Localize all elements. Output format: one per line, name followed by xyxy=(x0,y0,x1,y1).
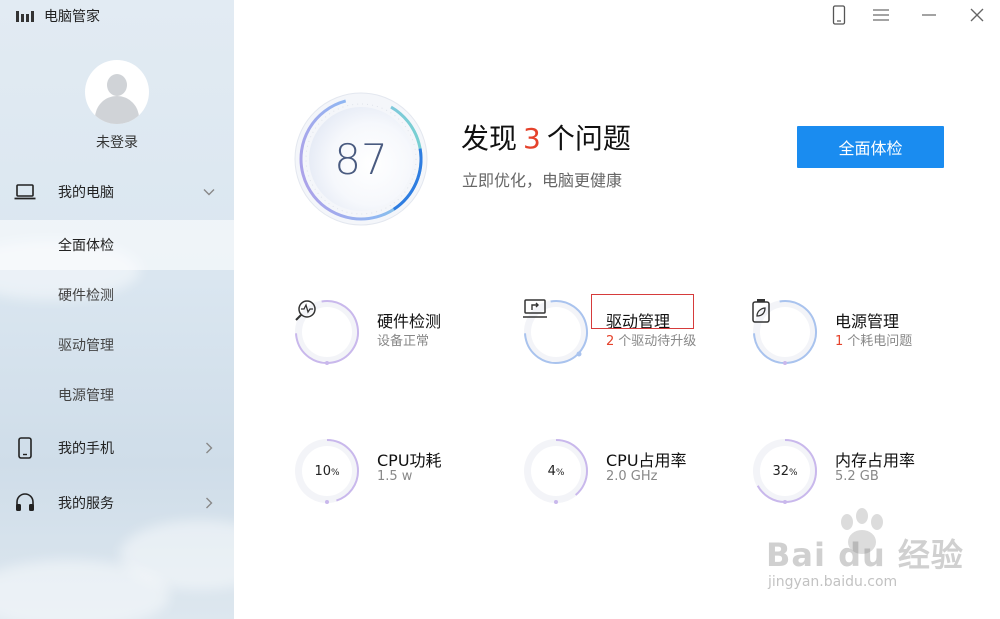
card-subtitle: 5.2 GB xyxy=(835,469,879,484)
chevron-right-icon xyxy=(206,497,213,509)
baidu-watermark: Bai du 经验 jingyan.baidu.com xyxy=(760,508,963,608)
menu-icon xyxy=(873,9,889,21)
login-status[interactable]: 未登录 xyxy=(0,132,234,152)
nav-group-my-phone[interactable]: 我的手机 xyxy=(0,423,234,473)
nav-group-label: 我的手机 xyxy=(58,441,114,457)
card-status: 个耗电问题 xyxy=(847,334,913,349)
minimize-icon xyxy=(922,14,936,16)
card-ring xyxy=(522,298,590,366)
sidebar-item-label: 全面体检 xyxy=(58,238,114,254)
card-status: 个驱动待升级 xyxy=(618,334,697,349)
gauge-value: 10 xyxy=(314,463,331,479)
card-memory-usage[interactable]: 32% 内存占用率 5.2 GB xyxy=(751,437,971,509)
avatar[interactable] xyxy=(85,60,149,124)
scan-headline: 发现 3 个问题 xyxy=(461,117,631,157)
card-ring: 10% xyxy=(293,437,361,505)
card-cpu-usage[interactable]: 4% CPU占用率 2.0 GHz xyxy=(522,437,742,509)
card-title: CPU功耗 xyxy=(377,451,442,470)
phone-icon xyxy=(832,5,846,25)
driver-icon xyxy=(523,299,547,318)
power-issue-count: 1 xyxy=(835,334,844,349)
card-subtitle: 1.5 w xyxy=(377,469,413,484)
nav-group-label: 我的电脑 xyxy=(58,185,114,201)
card-title: CPU占用率 xyxy=(606,451,687,470)
close-icon xyxy=(970,8,984,22)
gauge-unit: % xyxy=(788,467,798,478)
minimize-button[interactable] xyxy=(918,4,940,26)
sidebar-item-label: 电源管理 xyxy=(58,388,114,404)
card-subtitle: 2.0 GHz xyxy=(606,469,658,484)
nav-group-my-computer[interactable]: 我的电脑 xyxy=(0,167,234,217)
sidebar-item-label: 硬件检测 xyxy=(58,288,114,304)
card-driver-manage[interactable]: 驱动管理 2 个驱动待升级 xyxy=(522,298,742,370)
gauge-unit: % xyxy=(330,467,340,478)
headline-suffix: 个问题 xyxy=(546,122,631,155)
watermark-url: jingyan.baidu.com xyxy=(768,574,898,590)
laptop-icon xyxy=(14,184,36,200)
gauge-unit: % xyxy=(555,467,565,478)
card-ring xyxy=(751,298,819,366)
sidebar-item-driver[interactable]: 驱动管理 xyxy=(0,320,234,370)
card-ring: 32% xyxy=(751,437,819,505)
card-power-manage[interactable]: 电源管理 1 个耗电问题 xyxy=(751,298,971,370)
card-cpu-power[interactable]: 10% CPU功耗 1.5 w xyxy=(293,437,513,509)
sidebar: 电脑管家 未登录 我的电脑 全面体检 硬件检测 驱动管理 电源管理 我的手机 我… xyxy=(0,0,234,619)
sidebar-item-label: 驱动管理 xyxy=(58,338,114,354)
cpu-usage-value: 4% xyxy=(548,464,565,479)
card-subtitle: 1 个耗电问题 xyxy=(835,330,912,349)
health-score-gauge: 87 xyxy=(292,90,430,228)
card-ring: 4% xyxy=(522,437,590,505)
issue-count: 3 xyxy=(523,122,541,155)
sidebar-item-hardware[interactable]: 硬件检测 xyxy=(0,270,234,320)
app-brand: 电脑管家 xyxy=(16,6,100,26)
phone-icon xyxy=(18,437,32,459)
watermark-text: Bai du 经验 xyxy=(766,536,964,574)
card-subtitle: 2 个驱动待升级 xyxy=(606,330,696,349)
card-title: 硬件检测 xyxy=(377,312,442,331)
full-scan-button[interactable]: 全面体检 xyxy=(797,126,944,168)
headset-icon xyxy=(16,493,34,511)
card-title: 电源管理 xyxy=(835,312,900,331)
card-title: 驱动管理 xyxy=(606,312,671,331)
sidebar-item-full-scan[interactable]: 全面体检 xyxy=(0,220,234,270)
memory-usage-value: 32% xyxy=(772,464,797,479)
app-logo-icon xyxy=(16,9,34,23)
app-title: 电脑管家 xyxy=(44,9,100,25)
nav-group-my-service[interactable]: 我的服务 xyxy=(0,478,234,528)
nav-group-label: 我的服务 xyxy=(58,496,114,512)
hardware-scan-icon xyxy=(295,300,316,321)
battery-icon xyxy=(752,299,770,323)
phone-connect-button[interactable] xyxy=(828,4,850,26)
gauge-value: 4 xyxy=(547,463,556,479)
close-button[interactable] xyxy=(966,4,988,26)
headline-prefix: 发现 xyxy=(461,122,518,155)
gauge-value: 32 xyxy=(772,463,789,479)
card-title: 内存占用率 xyxy=(835,451,916,470)
card-hardware-check[interactable]: 硬件检测 设备正常 xyxy=(293,298,513,370)
menu-button[interactable] xyxy=(870,4,892,26)
cpu-power-value: 10% xyxy=(314,464,339,479)
health-score: 87 xyxy=(334,134,388,184)
card-status: 设备正常 xyxy=(377,334,430,349)
chevron-down-icon xyxy=(203,189,215,196)
card-ring xyxy=(293,298,361,366)
sidebar-item-power[interactable]: 电源管理 xyxy=(0,370,234,420)
scan-subline: 立即优化，电脑更健康 xyxy=(462,171,623,190)
card-subtitle: 设备正常 xyxy=(377,330,429,349)
chevron-right-icon xyxy=(206,442,213,454)
driver-count: 2 xyxy=(606,334,615,349)
